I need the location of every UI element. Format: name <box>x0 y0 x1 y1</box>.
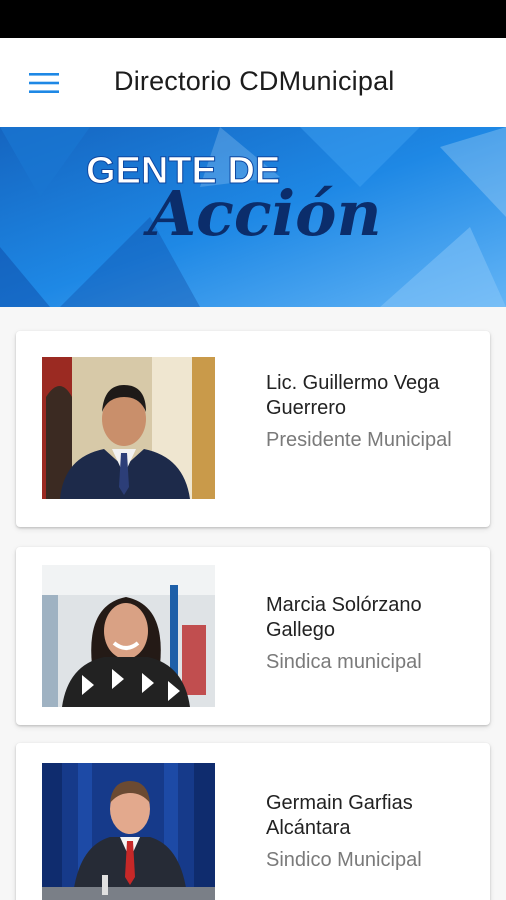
app-bar: Directorio CDMunicipal <box>0 38 506 128</box>
person-photo <box>42 357 215 499</box>
person-name: Germain Garfias Alcántara <box>266 792 413 839</box>
person-photo <box>42 565 215 707</box>
directory-card[interactable]: Lic. Guillermo Vega Guerrero Presidente … <box>16 331 490 527</box>
person-info: Germain Garfias Alcántara Sindico Munici… <box>266 791 476 876</box>
person-role: Sindica municipal <box>266 651 422 673</box>
app-title: Directorio CDMunicipal <box>114 66 395 96</box>
person-role: Sindico Municipal <box>266 849 422 871</box>
menu-button[interactable] <box>22 66 66 100</box>
directory-card[interactable]: Marcia Solórzano Gallego Sindica municip… <box>16 547 490 725</box>
hamburger-menu-icon <box>29 73 59 93</box>
directory-card[interactable]: Germain Garfias Alcántara Sindico Munici… <box>16 743 490 900</box>
person-info: Marcia Solórzano Gallego Sindica municip… <box>266 593 476 678</box>
person-info: Lic. Guillermo Vega Guerrero Presidente … <box>266 371 476 456</box>
person-photo <box>42 763 215 900</box>
person-name: Lic. Guillermo Vega Guerrero <box>266 372 440 419</box>
person-name: Marcia Solórzano Gallego <box>266 594 422 641</box>
banner-line2: Acción <box>143 177 382 250</box>
person-role: Presidente Municipal <box>266 429 452 451</box>
status-bar <box>0 0 506 38</box>
banner-image: GENTE DE Acción <box>0 127 506 307</box>
directory-list: Lic. Guillermo Vega Guerrero Presidente … <box>0 307 506 900</box>
